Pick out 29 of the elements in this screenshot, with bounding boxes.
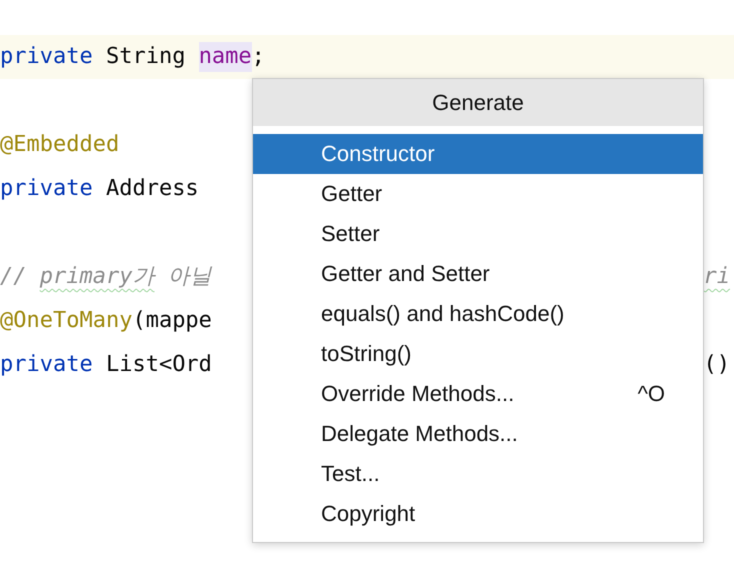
menu-item[interactable]: toString() [253,334,703,374]
menu-item[interactable]: Override Methods... ^O [253,374,703,414]
code-text: Address [104,175,199,203]
code-keyword: private [0,175,93,203]
code-comment: 아닐 [166,263,212,291]
menu-item[interactable]: Test... [253,454,703,494]
code-comment: // [0,263,28,291]
code-text: () [704,351,730,379]
code-text: (mappe [132,307,212,335]
code-keyword: private [0,351,93,379]
code-comment: primary가 [40,263,154,291]
code-annotation: @Embedded [0,131,120,159]
menu-item[interactable]: equals() and hashCode() [253,294,703,334]
code-text: String [104,43,186,71]
menu-item-label: Override Methods... [321,381,514,407]
menu-item[interactable]: Constructor [253,134,703,174]
code-text: List<Ord [104,351,212,379]
popup-title: Generate [253,79,703,126]
menu-item[interactable]: Getter [253,174,703,214]
shortcut-label: ^O [638,381,665,407]
code-annotation: @OneToMany [0,307,132,335]
code-field: name [198,42,252,72]
menu-item[interactable]: Delegate Methods... [253,414,703,454]
menu-item[interactable]: Copyright [253,494,703,534]
menu-item[interactable]: Getter and Setter [253,254,703,294]
code-keyword: private [0,43,93,71]
menu-item[interactable]: Setter [253,214,703,254]
code-text: ; [252,43,265,71]
code-comment: ri [704,263,730,291]
